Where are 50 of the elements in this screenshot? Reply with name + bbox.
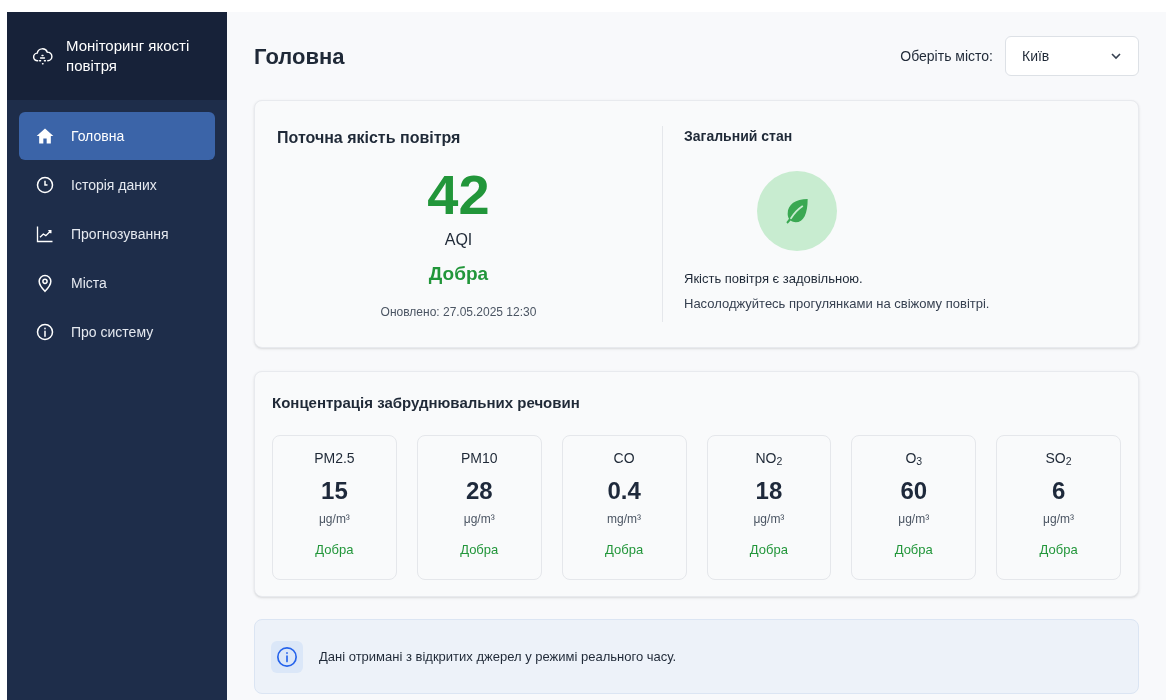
pollutant-rating: Добра <box>315 540 354 559</box>
pollutant-name: PM10 <box>460 448 498 468</box>
status-message: Якість повітря є задовільною. <box>684 270 864 288</box>
pollutant-value: 6 <box>1051 475 1066 506</box>
aqi-rating: Добра <box>428 262 489 286</box>
pollutant-unit: mg/m³ <box>607 510 642 528</box>
nav-item[interactable]: Історія даних <box>19 161 215 209</box>
pollutant-unit: μg/m³ <box>463 510 495 528</box>
info-icon <box>271 640 303 673</box>
chevron-down-icon <box>1110 52 1122 60</box>
pollutant-value: 0.4 <box>607 475 641 506</box>
app-title: Моніторинг якості повітря <box>66 36 191 76</box>
city-select[interactable]: Київ <box>1005 36 1139 76</box>
location-pin-icon <box>35 273 55 293</box>
pollutant-value: 28 <box>465 475 493 506</box>
pollutant-unit: μg/m³ <box>898 510 930 528</box>
pollutant-rating: Добра <box>894 540 933 559</box>
nav-item[interactable]: Міста <box>19 259 215 307</box>
clock-icon <box>35 175 55 195</box>
aqi-label: AQI <box>444 230 473 250</box>
pollutant-name: SO$_{2}$ <box>1045 448 1072 468</box>
pollutant-name: CO <box>613 448 635 468</box>
chart-line-icon <box>35 224 55 244</box>
pollutant-unit: μg/m³ <box>318 510 350 528</box>
pollutant-unit: μg/m³ <box>753 510 785 528</box>
status-advice: Насолоджуйтесь прогулянками на свіжому повітрі. <box>684 294 991 313</box>
aqi-value: 42 <box>427 164 490 226</box>
updated-time: Оновлено: 27.05.2025 12:30 <box>380 303 537 321</box>
info-text: Дані отримані з відкритих джерел у режимі реального часу. <box>319 647 677 666</box>
pollutant-unit: μg/m³ <box>1043 510 1075 528</box>
nav-item[interactable]: Головна <box>19 112 215 160</box>
card-title: Концентрація забруднювальних речовин <box>272 393 581 413</box>
info-icon <box>35 322 55 342</box>
home-icon <box>35 126 55 146</box>
nav-item[interactable]: Про систему <box>19 308 215 356</box>
pollutant-value: 60 <box>900 475 928 506</box>
nav-item[interactable]: Прогнозування <box>19 210 215 258</box>
pollutant-rating: Добра <box>1039 540 1078 559</box>
pollutant-value: 18 <box>755 475 783 506</box>
pollutant-value: 15 <box>321 475 348 506</box>
pollutant-rating: Добра <box>460 540 499 559</box>
pollutant-name: PM2.5 <box>314 448 355 468</box>
pollutant-name: NO$_{2}$ <box>755 448 783 468</box>
pollutant-name: O$_{3}$ <box>905 448 923 468</box>
card-title: Поточна якість повітря <box>277 128 462 148</box>
city-label: Оберіть місто: <box>900 46 993 66</box>
page-title: Головна <box>254 42 345 71</box>
pollutant-rating: Добра <box>605 540 644 559</box>
card-title: Загальний стан <box>684 127 794 146</box>
pollutant-rating: Добра <box>749 540 788 559</box>
